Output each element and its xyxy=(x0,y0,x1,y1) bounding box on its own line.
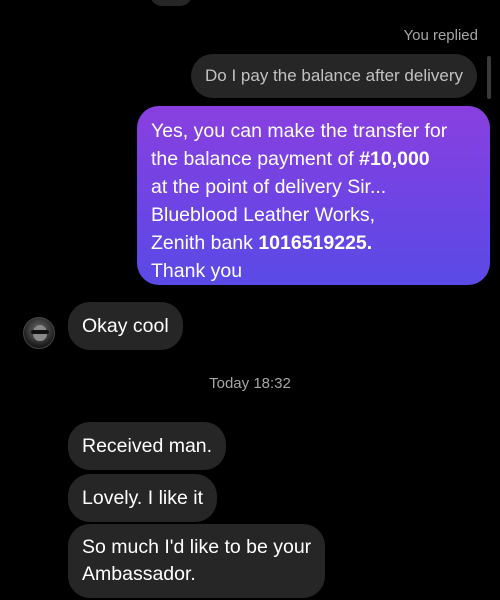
sent-message-line: at the point of delivery Sir... xyxy=(151,176,387,198)
payment-amount: #10,000 xyxy=(359,148,430,170)
received-message-text: Received man. xyxy=(82,434,213,457)
received-message-text: Okay cool xyxy=(82,314,169,337)
sent-message-bubble[interactable]: Yes, you can make the transfer for the b… xyxy=(137,106,490,285)
message-timestamp: Today 18:32 xyxy=(209,375,291,392)
sent-message-line: Blueblood Leather Works, xyxy=(151,204,376,226)
quoted-message-text: Do I pay the balance after delivery xyxy=(205,66,463,85)
sent-message-line: Yes, you can make the transfer for xyxy=(151,120,448,142)
sent-message-line: Thank you xyxy=(151,260,243,282)
reply-label: You replied xyxy=(403,27,478,44)
received-message-bubble[interactable]: So much I'd like to be your Ambassador. xyxy=(68,524,326,598)
account-number: 1016519225. xyxy=(258,232,373,254)
quoted-message-bubble[interactable]: Do I pay the balance after delivery xyxy=(191,54,477,98)
sent-message-line: the balance payment of #10,000 xyxy=(151,145,478,173)
received-message-bubble[interactable]: Received man. xyxy=(68,422,227,470)
bank-name: Zenith bank xyxy=(151,232,253,254)
contact-avatar[interactable] xyxy=(23,317,55,349)
previous-message-bubble[interactable] xyxy=(150,0,192,6)
sent-message-text: the balance payment of xyxy=(151,148,354,170)
received-message-line: So much I'd like to be your xyxy=(82,536,312,558)
reply-indicator-bar xyxy=(487,56,491,99)
received-message-line: Ambassador. xyxy=(82,563,196,585)
sent-message-line: Zenith bank 1016519225. xyxy=(151,229,478,257)
received-message-bubble[interactable]: Lovely. I like it xyxy=(68,474,218,522)
received-message-bubble[interactable]: Okay cool xyxy=(68,302,183,350)
avatar-glasses xyxy=(31,330,49,334)
received-message-text: Lovely. I like it xyxy=(82,486,204,509)
